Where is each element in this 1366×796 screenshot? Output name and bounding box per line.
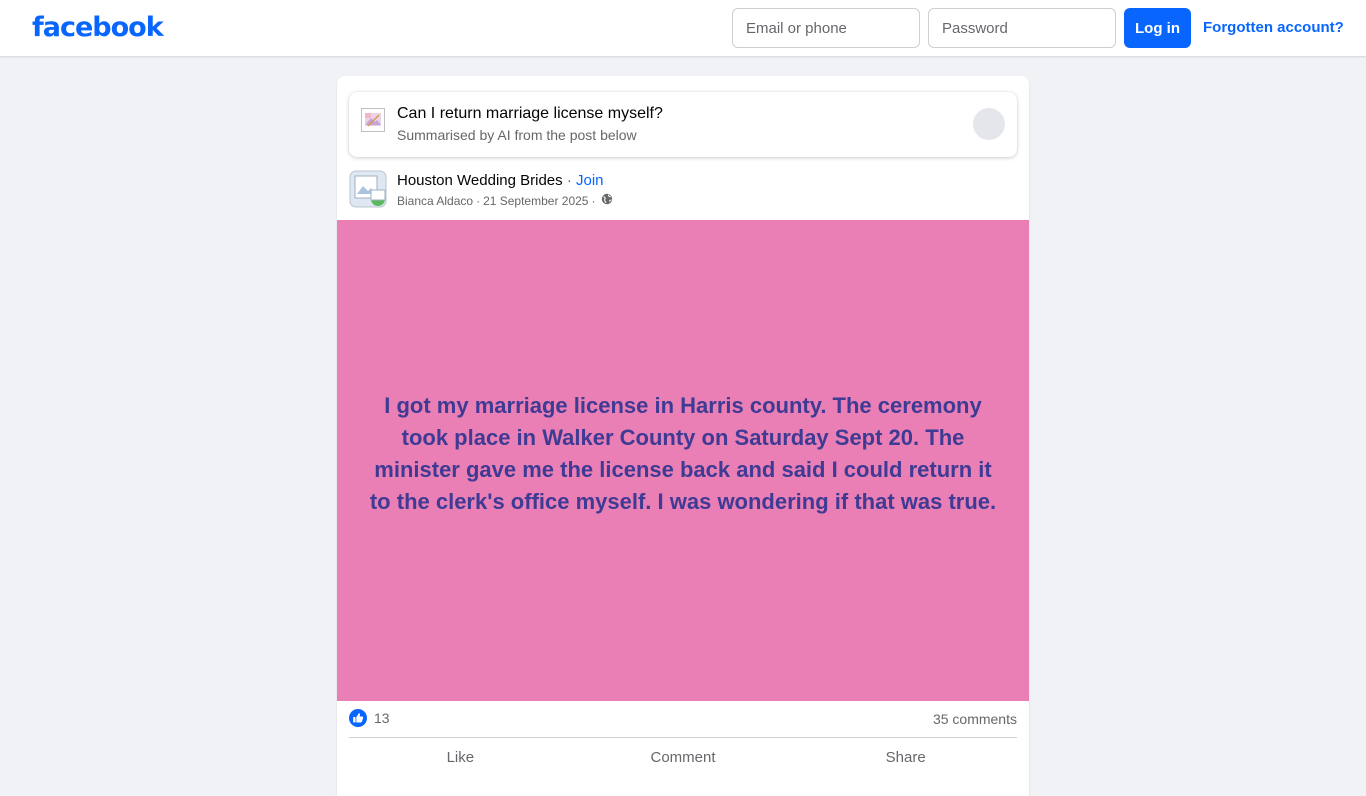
ai-summary-title: Can I return marriage license myself? — [397, 105, 663, 122]
group-name-link[interactable]: Houston Wedding Brides — [397, 172, 563, 189]
top-navigation-bar: facebook Log in Forgotten account? — [0, 0, 1366, 56]
ai-summary-expand-button[interactable] — [973, 108, 1005, 140]
comments-count-link[interactable]: 35 comments — [933, 710, 1017, 728]
post-author[interactable]: Bianca Aldaco — [397, 193, 473, 209]
separator-dot: · — [591, 194, 596, 208]
divider — [349, 737, 1017, 738]
post-date[interactable]: 21 September 2025 — [483, 193, 588, 209]
separator-dot: · — [476, 194, 481, 208]
forgotten-account-link[interactable]: Forgotten account? — [1203, 18, 1344, 38]
group-avatar-icon[interactable] — [349, 170, 387, 208]
like-icon — [349, 709, 367, 727]
ai-summary-image-icon — [361, 108, 385, 132]
post-card: Can I return marriage license myself? Su… — [337, 76, 1029, 796]
reactions-summary[interactable]: 13 — [349, 709, 390, 727]
join-group-link[interactable]: Join — [576, 172, 604, 189]
ai-summary-card[interactable]: Can I return marriage license myself? Su… — [349, 92, 1017, 157]
login-button[interactable]: Log in — [1124, 8, 1191, 48]
ai-summary-subtitle: Summarised by AI from the post below — [397, 127, 637, 143]
post-text-background: I got my marriage license in Harris coun… — [337, 220, 1029, 701]
reactions-count: 13 — [374, 710, 390, 726]
post-body-text: I got my marriage license in Harris coun… — [369, 393, 997, 514]
globe-icon — [601, 193, 613, 209]
password-input[interactable] — [928, 8, 1116, 48]
separator-dot: · — [566, 172, 572, 189]
facebook-logo[interactable]: facebook — [32, 9, 164, 47]
post-meta: Bianca Aldaco · 21 September 2025 · — [397, 193, 613, 209]
email-input[interactable] — [732, 8, 920, 48]
group-line: Houston Wedding Brides · Join — [397, 171, 604, 191]
